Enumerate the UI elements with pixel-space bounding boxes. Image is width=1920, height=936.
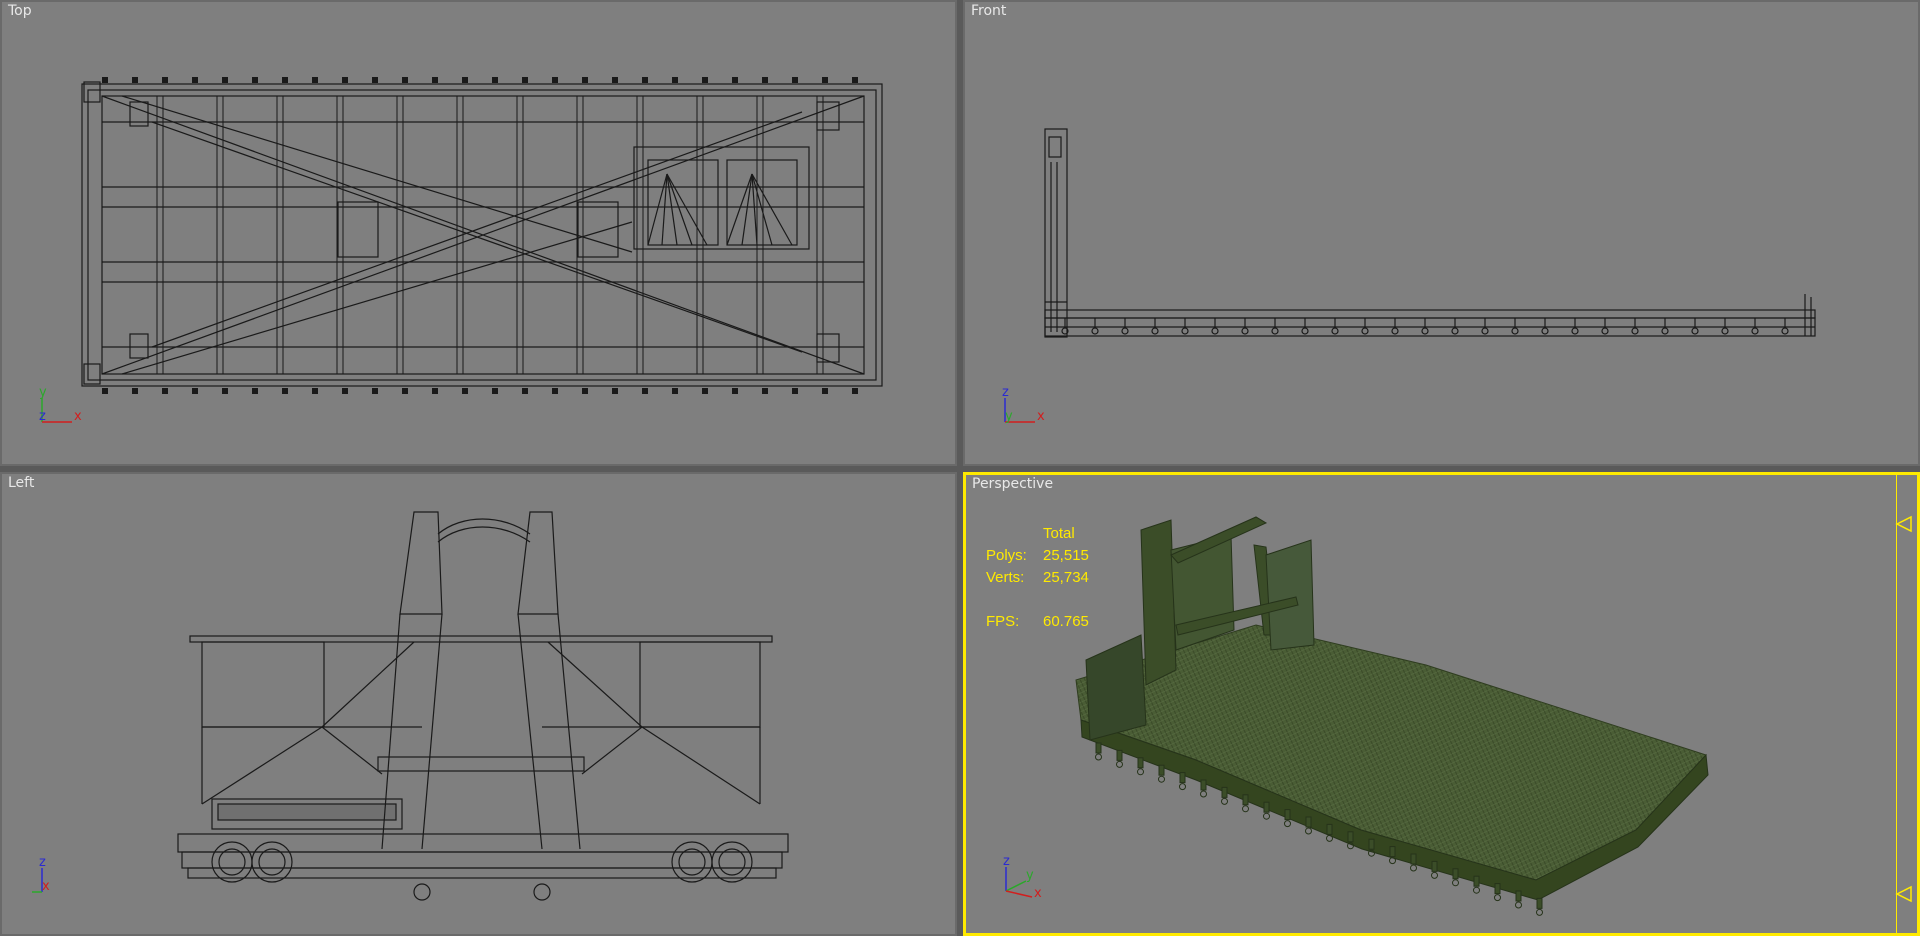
axis-label-y: y <box>39 385 47 400</box>
front-wireframe-model <box>1044 128 1816 338</box>
viewport-top[interactable]: Top y z x <box>0 0 957 466</box>
axis-label-x: x <box>1034 886 1042 901</box>
axis-label-z: z <box>1002 385 1009 400</box>
axis-tripod-perspective: z y x <box>1003 854 1042 901</box>
top-wireframe-model <box>81 77 883 394</box>
viewport-left[interactable]: Left z x <box>0 472 957 936</box>
perspective-shaded-model <box>1075 516 1709 916</box>
time-marker-top-icon[interactable] <box>1895 515 1913 533</box>
axis-label-x: x <box>1037 409 1045 424</box>
axis-label-x: x <box>74 409 82 424</box>
axis-tripod-front: z y x <box>1002 385 1045 424</box>
axis-label-x: x <box>42 879 50 894</box>
axis-tripod-top: y z x <box>39 385 82 424</box>
axis-tripod-left: z y x <box>32 855 50 894</box>
time-marker-bottom-icon[interactable] <box>1895 885 1913 903</box>
viewport-perspective[interactable]: Perspective Total Polys: 25,515 Verts: 2… <box>963 472 1920 936</box>
axis-label-z: z <box>1003 854 1010 869</box>
viewport-front[interactable]: Front z y x <box>963 0 1920 466</box>
axis-label-y: y <box>1026 868 1034 883</box>
axis-label-y: y <box>1005 409 1013 424</box>
axis-label-z: z <box>39 409 46 424</box>
time-slider-track[interactable] <box>1896 475 1897 933</box>
axis-label-z: z <box>39 855 46 870</box>
left-wireframe-model <box>177 511 789 901</box>
